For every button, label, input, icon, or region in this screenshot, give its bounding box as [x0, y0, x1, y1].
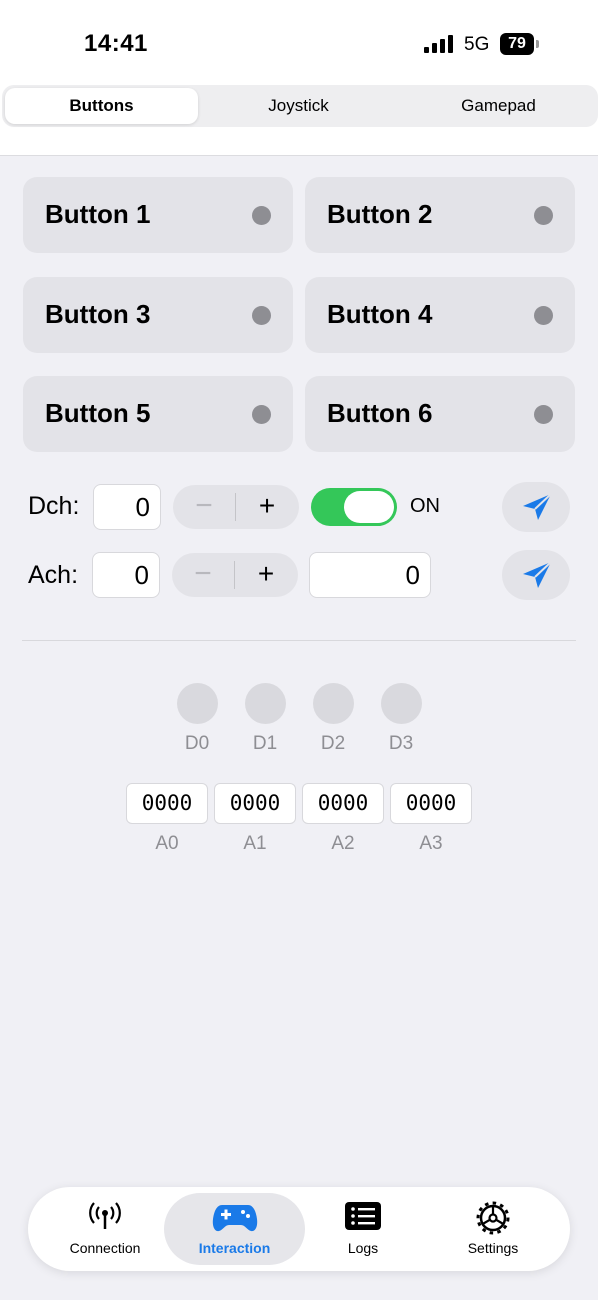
tab-bar: Connection Interaction Logs Settings — [28, 1187, 570, 1271]
analog-readout-a3: 0000 — [390, 783, 472, 824]
digital-indicator-label: D2 — [320, 733, 346, 754]
paperplane-icon — [523, 561, 552, 588]
tab-settings[interactable]: Settings — [428, 1187, 558, 1271]
button-1[interactable]: Button 1 — [23, 177, 293, 253]
button-label: Button 6 — [327, 398, 433, 428]
analog-channel-stepper: − + — [172, 553, 298, 597]
button-4[interactable]: Button 4 — [305, 277, 575, 353]
analog-increment-button[interactable]: + — [235, 553, 297, 597]
digital-indicator-d3 — [381, 683, 422, 724]
digital-decrement-button[interactable]: − — [173, 485, 235, 529]
tab-label: Settings — [467, 1240, 519, 1256]
button-label: Button 2 — [327, 199, 433, 229]
button-label: Button 3 — [45, 299, 151, 329]
digital-channel-label: Dch: — [28, 492, 80, 520]
antenna-icon — [89, 1202, 121, 1229]
button-indicator — [534, 206, 553, 225]
digital-indicator-d1 — [245, 683, 286, 724]
send-analog-button[interactable] — [502, 550, 570, 600]
digital-channel-stepper: − + — [173, 485, 299, 529]
button-2[interactable]: Button 2 — [305, 177, 575, 253]
digital-indicator-label: D3 — [388, 733, 414, 754]
digital-indicator-label: D0 — [184, 733, 210, 754]
button-indicator — [534, 405, 553, 424]
analog-decrement-button[interactable]: − — [172, 553, 234, 597]
digital-indicator-d2 — [313, 683, 354, 724]
tab-label: Interaction — [198, 1240, 271, 1256]
button-label: Button 4 — [327, 299, 433, 329]
analog-readout-a2: 0000 — [302, 783, 384, 824]
analog-readout-label: A0 — [155, 833, 179, 854]
button-5[interactable]: Button 5 — [23, 376, 293, 452]
digital-state-label: ON — [410, 495, 440, 517]
digital-channel-field[interactable]: 0 — [93, 484, 161, 530]
tab-label: Connection — [69, 1240, 141, 1256]
digital-indicator-d0 — [177, 683, 218, 724]
segment-buttons[interactable]: Buttons — [5, 88, 198, 124]
list-icon — [345, 1202, 381, 1230]
digital-value-toggle[interactable] — [311, 488, 397, 526]
paperplane-icon — [523, 493, 552, 520]
button-indicator — [252, 306, 271, 325]
mode-segmented-control: Buttons Joystick Gamepad — [2, 85, 598, 127]
button-label: Button 1 — [45, 199, 151, 229]
send-digital-button[interactable] — [502, 482, 570, 532]
network-type: 5G — [464, 34, 490, 55]
battery-icon: 79 — [500, 33, 539, 55]
battery-level: 79 — [500, 33, 534, 55]
gamecontroller-icon — [212, 1205, 257, 1232]
analog-value-field[interactable]: 0 — [309, 552, 431, 598]
segment-joystick[interactable]: Joystick — [202, 88, 395, 124]
analog-readout-a1: 0000 — [214, 783, 296, 824]
status-time: 14:41 — [84, 30, 148, 57]
analog-readout-a0: 0000 — [126, 783, 208, 824]
digital-indicator-label: D1 — [252, 733, 278, 754]
button-6[interactable]: Button 6 — [305, 376, 575, 452]
analog-channel-field[interactable]: 0 — [92, 552, 160, 598]
digital-increment-button[interactable]: + — [236, 485, 298, 529]
button-indicator — [534, 306, 553, 325]
segment-gamepad[interactable]: Gamepad — [402, 88, 595, 124]
analog-readout-label: A3 — [419, 833, 443, 854]
analog-readout-label: A1 — [243, 833, 267, 854]
top-area: 14:41 5G 79 Buttons Joystick Gamepad — [0, 0, 598, 156]
section-divider — [22, 640, 576, 641]
analog-channel-label: Ach: — [28, 561, 79, 589]
cellular-signal-icon — [424, 35, 454, 53]
button-label: Button 5 — [45, 398, 151, 428]
button-indicator — [252, 206, 271, 225]
tab-label: Logs — [347, 1240, 379, 1256]
toggle-knob — [344, 491, 394, 523]
button-indicator — [252, 405, 271, 424]
button-3[interactable]: Button 3 — [23, 277, 293, 353]
tab-logs[interactable]: Logs — [298, 1187, 428, 1271]
tab-interaction[interactable]: Interaction — [164, 1193, 305, 1265]
tab-connection[interactable]: Connection — [38, 1187, 172, 1271]
gear-icon — [476, 1201, 510, 1235]
analog-readout-label: A2 — [331, 833, 355, 854]
